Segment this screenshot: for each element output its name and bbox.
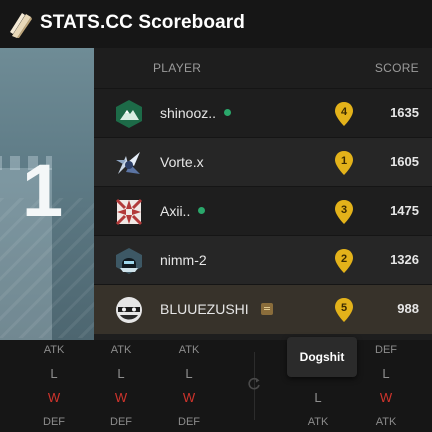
round-side-label: DEF [178,416,200,428]
player-row[interactable]: shinooz.. 4 1635 [94,88,432,138]
map-banner: 1 [0,48,94,340]
player-name[interactable]: shinooz.. [160,105,216,121]
round-side-label: ATK [375,416,397,428]
player-name[interactable]: Vorte.x [160,154,204,170]
overtime-icon [248,377,260,390]
map-pin-icon: 3 [335,200,353,224]
player-name[interactable]: BLUUEZUSHI [160,301,249,317]
online-status-dot [198,207,206,214]
round-side-label: DEF [375,344,397,356]
round-side-label: ATK [110,344,132,356]
round-result: L [382,366,390,381]
stats-cc-logo-icon [10,13,32,38]
pin-number: 3 [341,204,347,216]
team-rank-number: 1 [22,149,64,232]
map-pin-icon: 4 [335,102,353,126]
round-result: L [50,366,58,381]
player-name[interactable]: nimm-2 [160,252,207,268]
player-score: 1326 [390,252,419,267]
player-score: 1605 [390,154,419,169]
online-status-dot [224,109,232,116]
round-side-label: ATK [178,344,200,356]
pin-number: 2 [341,253,347,265]
player-score: 1635 [390,105,419,120]
player-row[interactable]: nimm-2 2 1326 [94,235,432,285]
player-score: 988 [397,301,419,316]
player-row-current-user[interactable]: BLUUEZUSHI 5 988 [94,284,432,334]
round-result: W [114,390,128,405]
player-score: 1475 [390,203,419,218]
winged-badge-icon [116,152,140,174]
player-name[interactable]: Axii.. [160,203,190,219]
round-result: L [117,366,125,381]
round-side-label: ATK [43,344,65,356]
pin-number: 1 [341,155,347,167]
map-pin-icon: 5 [335,298,353,322]
mountain-badge-icon [116,100,142,128]
round-side-label: DEF [110,416,132,428]
round-result: W [379,390,393,405]
pin-number: 4 [341,106,348,118]
player-row[interactable]: Axii.. 3 1475 [94,186,432,236]
app-title: STATS.CC Scoreboard [40,12,245,33]
player-row[interactable]: Vorte.x 1 1605 [94,137,432,187]
round-history: ATK L W DEF ATK L W DEF ATK L W DEF L AT… [0,340,432,432]
column-header-player: PLAYER [153,61,202,75]
round-side-label: DEF [43,416,65,428]
column-header-score: SCORE [374,61,419,75]
map-pin-icon: 1 [335,151,353,175]
star-cross-badge-icon [115,198,143,226]
app-header: STATS.CC Scoreboard [0,0,432,48]
note-icon[interactable] [260,303,273,315]
round-result: L [185,366,193,381]
player-note-tooltip: Dogshit [287,337,357,377]
map-pin-icon: 2 [335,249,353,273]
helmet-badge-icon [116,248,142,274]
round-result: L [314,390,322,405]
scoreboard: PLAYER SCORE shinooz.. 4 1635 Vorte.x 1 … [94,48,432,340]
round-side-label: ATK [307,416,329,428]
masked-face-badge-icon [116,297,142,323]
pin-number: 5 [341,302,347,314]
round-result: W [47,390,61,405]
round-result: W [182,390,196,405]
